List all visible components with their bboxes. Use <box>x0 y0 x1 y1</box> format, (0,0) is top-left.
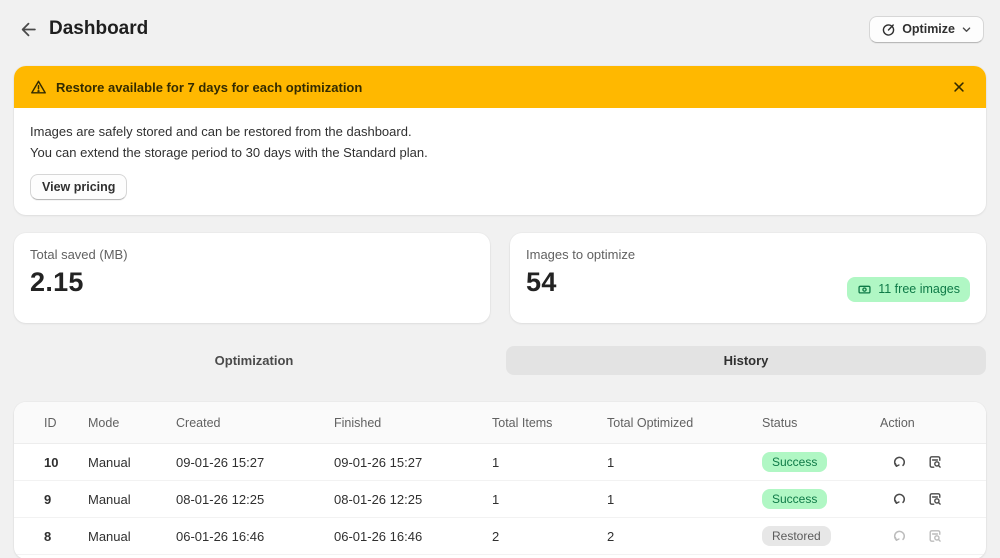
cell-created: 09-01-26 15:27 <box>162 455 320 470</box>
status-badge: Success <box>762 452 827 472</box>
top-bar: Dashboard Optimize <box>0 0 1000 56</box>
restore-icon <box>892 491 908 507</box>
cell-id: 10 <box>30 455 74 470</box>
banner-text-line2: You can extend the storage period to 30 … <box>30 142 970 163</box>
page-title: Dashboard <box>49 18 148 40</box>
column-header: Created <box>162 416 320 430</box>
close-icon <box>952 80 966 94</box>
cell-mode: Manual <box>74 492 162 507</box>
banner-header: Restore available for 7 days for each op… <box>14 66 986 108</box>
chevron-down-icon <box>961 24 972 35</box>
status-badge: Restored <box>762 526 831 546</box>
restore-banner-card: Restore available for 7 days for each op… <box>14 66 986 215</box>
cell-total-optimized: 2 <box>593 529 748 544</box>
view-details-icon <box>927 491 943 507</box>
cell-mode: Manual <box>74 455 162 470</box>
column-header: Status <box>748 416 866 430</box>
restore-icon <box>892 528 908 544</box>
history-table-card: IDModeCreatedFinishedTotal ItemsTotal Op… <box>14 402 986 558</box>
restore-icon <box>892 454 908 470</box>
cash-icon <box>857 282 872 297</box>
cell-id: 8 <box>30 529 74 544</box>
status-badge: Success <box>762 489 827 509</box>
cell-total-items: 2 <box>478 529 593 544</box>
column-header: Total Optimized <box>593 416 748 430</box>
free-images-badge-label: 11 free images <box>878 282 960 296</box>
cell-status: Success <box>748 452 866 472</box>
images-to-optimize-label: Images to optimize <box>526 247 635 262</box>
cell-total-items: 1 <box>478 492 593 507</box>
table-body: 10 Manual 09-01-26 15:27 09-01-26 15:27 … <box>14 444 986 555</box>
banner-title: Restore available for 7 days for each op… <box>56 80 362 95</box>
tab-history[interactable]: History <box>506 346 986 375</box>
cell-created: 06-01-26 16:46 <box>162 529 320 544</box>
restore-action-button[interactable] <box>890 452 910 472</box>
cell-status: Restored <box>748 526 866 546</box>
cell-status: Success <box>748 489 866 509</box>
view-details-action-button <box>925 526 945 546</box>
view-pricing-button[interactable]: View pricing <box>30 174 127 200</box>
cell-action <box>866 452 970 472</box>
cell-created: 08-01-26 12:25 <box>162 492 320 507</box>
gauge-icon <box>881 22 896 37</box>
table-row: 9 Manual 08-01-26 12:25 08-01-26 12:25 1… <box>14 481 986 518</box>
cell-total-optimized: 1 <box>593 455 748 470</box>
cell-id: 9 <box>30 492 74 507</box>
table-header-row: IDModeCreatedFinishedTotal ItemsTotal Op… <box>14 402 986 444</box>
total-saved-card: Total saved (MB) 2.15 <box>14 233 490 323</box>
cell-finished: 06-01-26 16:46 <box>320 529 478 544</box>
stats-row: Total saved (MB) 2.15 Images to optimize… <box>14 233 986 323</box>
view-details-action-button[interactable] <box>925 452 945 472</box>
column-header: Finished <box>320 416 478 430</box>
cell-total-optimized: 1 <box>593 492 748 507</box>
view-details-action-button[interactable] <box>925 489 945 509</box>
free-images-badge: 11 free images <box>847 277 970 302</box>
banner-close-button[interactable] <box>948 76 970 98</box>
cell-action <box>866 526 970 546</box>
warning-triangle-icon <box>30 79 47 96</box>
column-header: ID <box>30 416 74 430</box>
total-saved-label: Total saved (MB) <box>30 247 128 262</box>
cell-finished: 08-01-26 12:25 <box>320 492 478 507</box>
back-arrow-icon <box>20 21 37 38</box>
column-header: Total Items <box>478 416 593 430</box>
view-details-icon <box>927 454 943 470</box>
view-details-icon <box>927 528 943 544</box>
table-row: 10 Manual 09-01-26 15:27 09-01-26 15:27 … <box>14 444 986 481</box>
table-row: 8 Manual 06-01-26 16:46 06-01-26 16:46 2… <box>14 518 986 555</box>
cell-mode: Manual <box>74 529 162 544</box>
total-saved-value: 2.15 <box>30 267 128 298</box>
cell-total-items: 1 <box>478 455 593 470</box>
banner-text-line1: Images are safely stored and can be rest… <box>30 121 970 142</box>
column-header: Action <box>866 416 970 430</box>
optimize-button[interactable]: Optimize <box>869 16 984 43</box>
back-button[interactable] <box>16 17 41 42</box>
banner-body: Images are safely stored and can be rest… <box>14 108 986 215</box>
images-to-optimize-value: 54 <box>526 267 635 298</box>
tab-bar: Optimization History <box>14 346 986 375</box>
restore-action-button[interactable] <box>890 489 910 509</box>
images-to-optimize-card: Images to optimize 54 11 free images <box>510 233 986 323</box>
column-header: Mode <box>74 416 162 430</box>
tab-optimization[interactable]: Optimization <box>14 346 494 375</box>
cell-finished: 09-01-26 15:27 <box>320 455 478 470</box>
optimize-button-label: Optimize <box>902 22 955 36</box>
restore-action-button <box>890 526 910 546</box>
cell-action <box>866 489 970 509</box>
